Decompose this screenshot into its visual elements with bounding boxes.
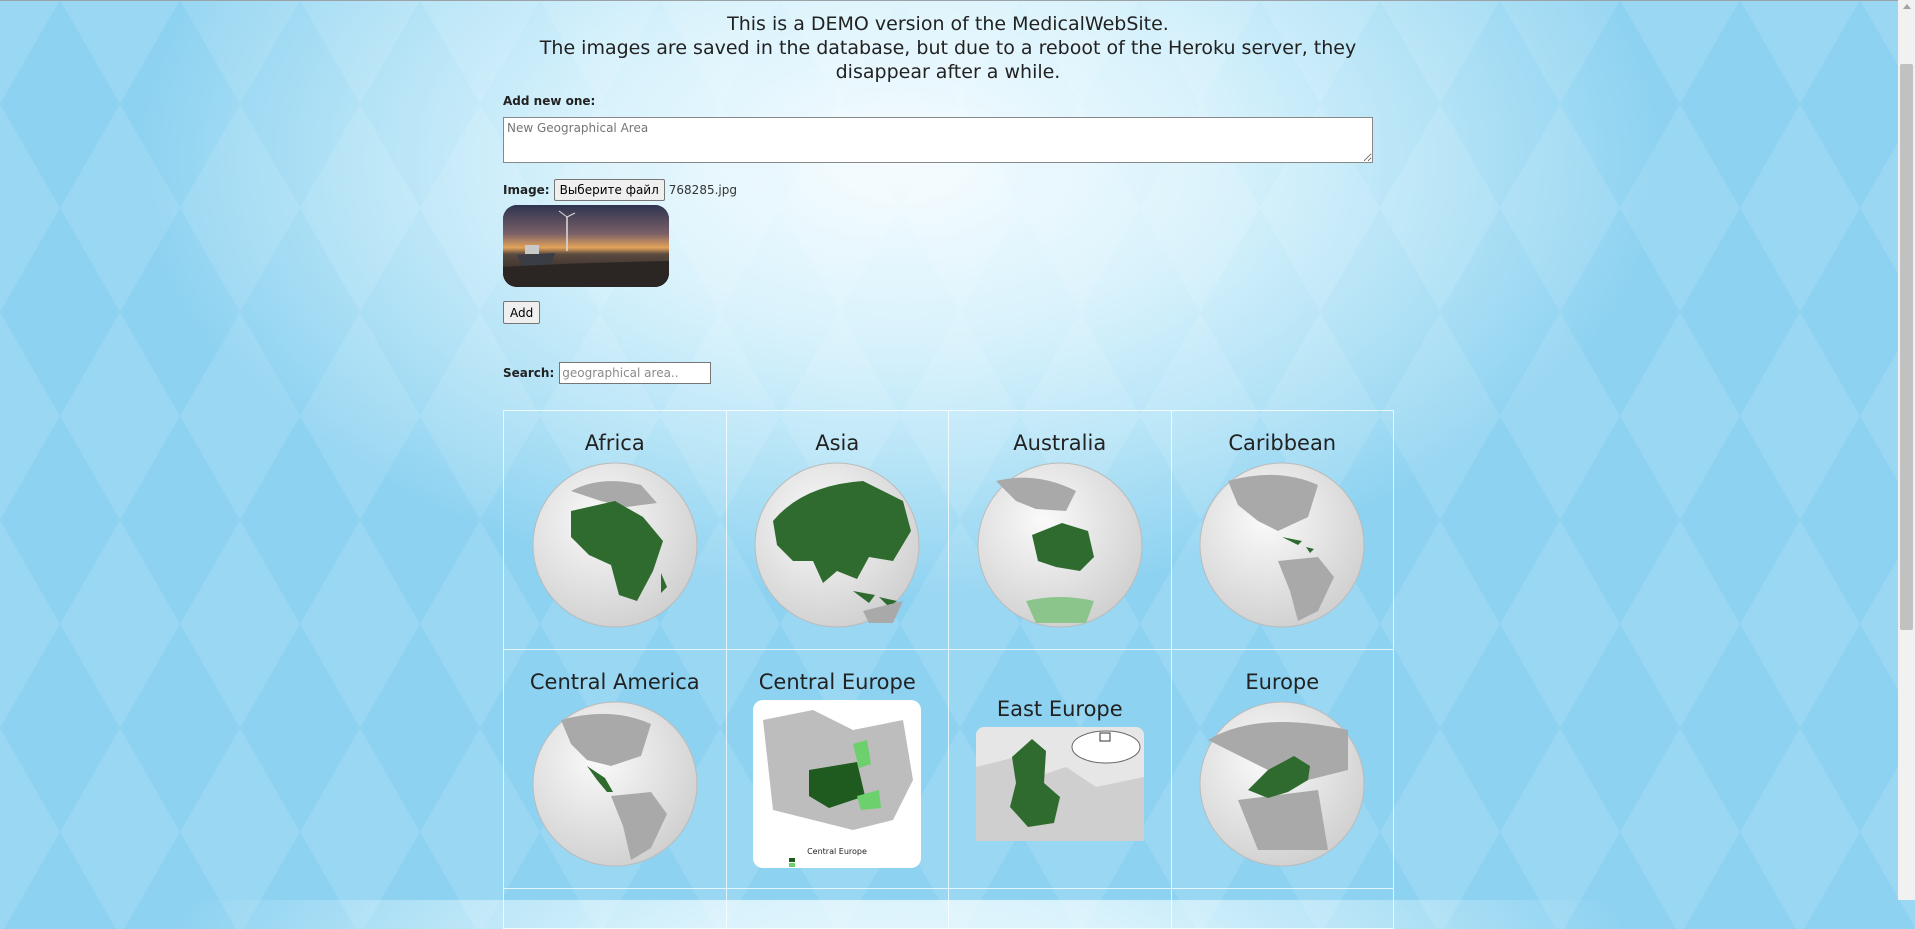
area-title: Africa [584, 431, 645, 455]
image-label: Image: [503, 183, 550, 197]
image-preview [503, 205, 669, 287]
choose-file-button[interactable]: Выберите файл [553, 179, 665, 201]
area-card-partial [949, 889, 1172, 929]
add-new-label: Add new one: [503, 94, 596, 108]
area-card-africa[interactable]: Africa [504, 411, 727, 650]
add-button[interactable]: Add [503, 301, 541, 324]
caribbean-globe-icon[interactable] [1198, 461, 1366, 629]
area-title: East Europe [996, 697, 1123, 721]
area-title: Central Europe [758, 670, 916, 694]
demo-notice-line1: This is a DEMO version of the MedicalWeb… [727, 13, 1169, 35]
area-title: Asia [815, 431, 860, 455]
africa-globe-icon[interactable] [531, 461, 699, 629]
area-card-australia[interactable]: Australia [949, 411, 1172, 650]
main-content: This is a DEMO version of the MedicalWeb… [503, 0, 1394, 929]
area-card-partial [1171, 889, 1394, 929]
area-grid: Africa Asia Australia Caribbean Central … [503, 410, 1394, 929]
area-card-central-europe[interactable]: Central Europe Central Europe [726, 650, 949, 889]
demo-notice: This is a DEMO version of the MedicalWeb… [503, 12, 1393, 84]
australia-globe-icon[interactable] [976, 461, 1144, 629]
search-row: Search: [503, 362, 712, 384]
area-title: Caribbean [1228, 431, 1337, 455]
east-europe-map-icon[interactable] [975, 727, 1144, 841]
area-title: Central America [529, 670, 700, 694]
search-label: Search: [503, 366, 555, 380]
asia-globe-icon[interactable] [753, 461, 921, 629]
area-card-partial [726, 889, 949, 929]
map-legend-title: Central Europe [807, 847, 867, 856]
demo-notice-line2: The images are saved in the database, bu… [539, 37, 1357, 83]
scroll-up-icon[interactable] [1903, 4, 1911, 9]
europe-globe-icon[interactable] [1198, 700, 1366, 868]
search-input[interactable] [559, 362, 712, 384]
area-title: Europe [1245, 670, 1320, 694]
new-area-textarea[interactable] [503, 117, 1373, 163]
selected-file-name: 768285.jpg [668, 183, 737, 197]
area-title: Australia [1013, 431, 1107, 455]
scroll-thumb[interactable] [1900, 64, 1913, 630]
area-card-europe[interactable]: Europe [1171, 650, 1394, 889]
area-card-partial [504, 889, 727, 929]
vertical-scrollbar[interactable] [1898, 0, 1915, 900]
central-europe-map-icon[interactable]: Central Europe [753, 700, 922, 868]
image-upload-row: Image: Выберите файл 768285.jpg [503, 179, 737, 201]
area-card-east-europe[interactable]: East Europe [949, 650, 1172, 889]
area-card-asia[interactable]: Asia [726, 411, 949, 650]
area-card-central-america[interactable]: Central America [504, 650, 727, 889]
area-card-caribbean[interactable]: Caribbean [1171, 411, 1394, 650]
central-america-globe-icon[interactable] [531, 700, 699, 868]
